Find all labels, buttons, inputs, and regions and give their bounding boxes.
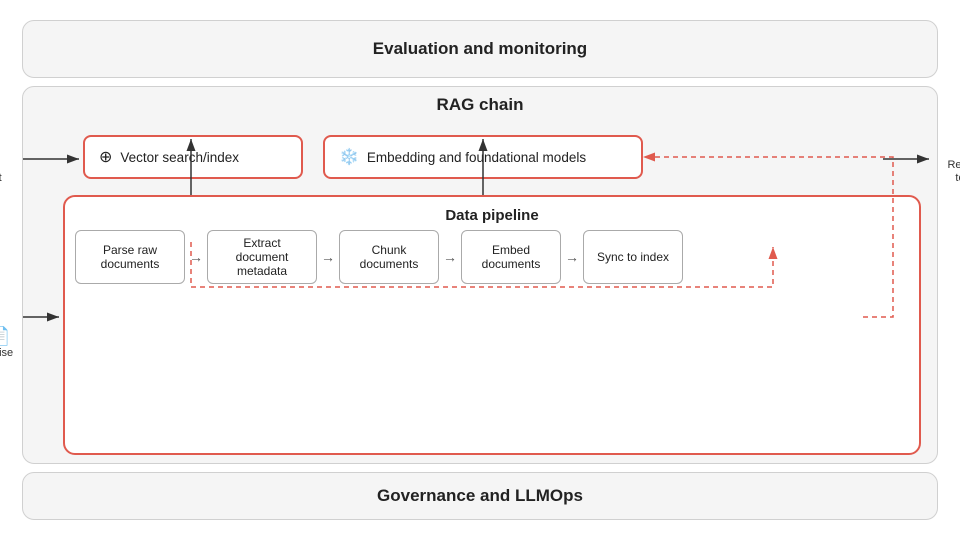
eval-monitoring-box: Evaluation and monitoring <box>22 20 938 78</box>
rag-chain-label: RAG chain <box>23 87 937 115</box>
step-embed-label: Embeddocuments <box>482 243 541 271</box>
enterprise-icon: 📋📄 <box>0 327 10 345</box>
data-pipeline-label: Data pipeline <box>75 207 909 224</box>
embedding-models-box: ❄️ Embedding and foundational models <box>323 135 643 179</box>
rag-chain-box: RAG chain 👥 Userrequest 👥 Responseto use… <box>22 86 938 464</box>
enterprise-label: Enterprisedata <box>0 347 13 373</box>
arrow-4: → <box>565 249 579 265</box>
step-chunk: Chunkdocuments <box>339 230 439 284</box>
arrow-1: → <box>189 249 203 265</box>
step-extract-label: Extractdocumentmetadata <box>236 236 289 278</box>
step-chunk-label: Chunkdocuments <box>360 243 419 271</box>
vector-search-box: ⊕ Vector search/index <box>83 135 303 179</box>
step-embed: Embeddocuments <box>461 230 561 284</box>
arrow-3: → <box>443 249 457 265</box>
step-extract: Extractdocumentmetadata <box>207 230 317 284</box>
vector-search-label: Vector search/index <box>120 150 239 165</box>
step-parse: Parse rawdocuments <box>75 230 185 284</box>
user-request-area: 👥 Userrequest <box>0 137 2 185</box>
step-sync-label: Sync to index <box>597 250 669 264</box>
arrow-2: → <box>321 249 335 265</box>
main-diagram: Evaluation and monitoring RAG chain 👥 Us… <box>10 10 950 530</box>
response-label: Responseto user <box>947 159 960 185</box>
response-area: 👥 Responseto user <box>947 137 960 185</box>
embedding-icon: ❄️ <box>339 147 359 167</box>
governance-label: Governance and LLMOps <box>377 486 583 506</box>
embedding-models-label: Embedding and foundational models <box>367 150 586 165</box>
enterprise-data-area: 📋📄 Enterprisedata <box>0 327 13 373</box>
data-pipeline-box: Data pipeline Parse rawdocuments → Extra… <box>63 195 921 455</box>
user-request-label: Userrequest <box>0 159 2 185</box>
eval-monitoring-label: Evaluation and monitoring <box>373 39 587 59</box>
step-sync: Sync to index <box>583 230 683 284</box>
governance-box: Governance and LLMOps <box>22 472 938 520</box>
step-parse-label: Parse rawdocuments <box>101 243 160 271</box>
vector-icon: ⊕ <box>99 147 112 167</box>
